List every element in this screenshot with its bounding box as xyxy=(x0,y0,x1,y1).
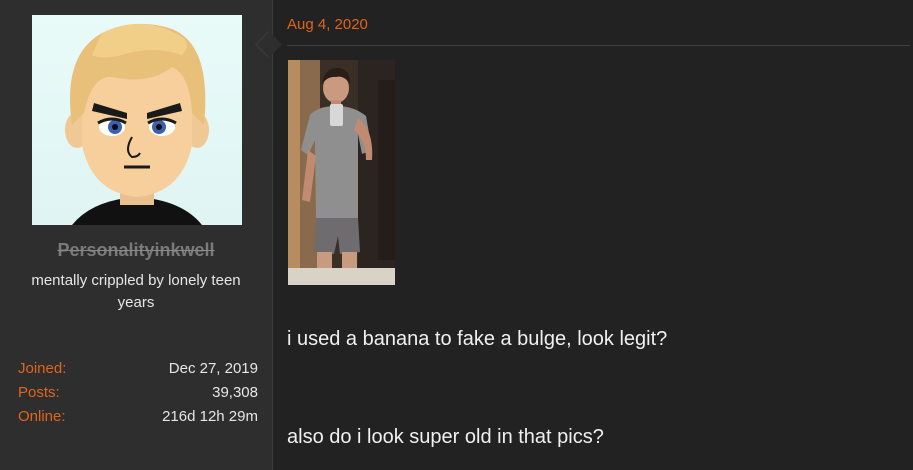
stat-label: Joined: xyxy=(18,360,67,377)
post-text-line: i used a banana to fake a bulge, look le… xyxy=(287,328,668,350)
user-panel: Personalityinkwell mentally crippled by … xyxy=(0,0,273,470)
post-image[interactable] xyxy=(288,60,395,285)
stat-joined: Joined: Dec 27, 2019 xyxy=(18,357,258,381)
mirror-selfie-photo-icon xyxy=(288,60,395,285)
divider xyxy=(287,45,910,46)
post-date[interactable]: Aug 4, 2020 xyxy=(287,16,368,33)
stat-label: Online: xyxy=(18,408,66,425)
stat-value: Dec 27, 2019 xyxy=(168,360,258,377)
forum-post: Personalityinkwell mentally crippled by … xyxy=(0,0,913,470)
stat-value: 216d 12h 29m xyxy=(162,408,258,425)
post-content: Aug 4, 2020 i used a banana to fake a bu… xyxy=(287,0,910,470)
stat-label: Posts: xyxy=(18,384,60,401)
username[interactable]: Personalityinkwell xyxy=(0,240,272,261)
user-title: mentally crippled by lonely teen years xyxy=(31,272,241,311)
post-text-line: also do i look super old in that pics? xyxy=(287,426,604,448)
stat-value[interactable]: 39,308 xyxy=(212,381,258,405)
avatar[interactable] xyxy=(32,15,242,225)
user-stats: Joined: Dec 27, 2019 Posts: 39,308 Onlin… xyxy=(18,357,258,429)
stat-posts: Posts: 39,308 xyxy=(18,381,258,405)
stat-online: Online: 216d 12h 29m xyxy=(18,405,258,429)
mii-avatar-icon xyxy=(65,23,209,225)
